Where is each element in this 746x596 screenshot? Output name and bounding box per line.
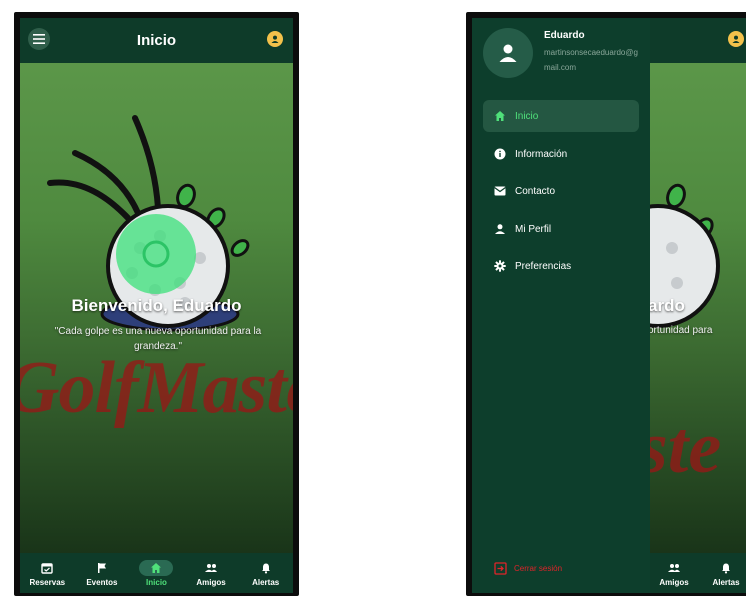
person-icon bbox=[493, 222, 507, 236]
people-icon bbox=[196, 560, 226, 576]
flag-icon bbox=[87, 560, 117, 576]
drawer-item-contacto[interactable]: Contacto bbox=[483, 175, 639, 207]
nav-label: Amigos bbox=[659, 577, 689, 587]
nav-label: Alertas bbox=[712, 577, 740, 587]
nav-item-amigos[interactable]: Amigos bbox=[648, 560, 700, 587]
hamburger-icon bbox=[33, 34, 45, 44]
nav-item-inicio[interactable]: Inicio bbox=[130, 559, 182, 587]
drawer-item-label: Preferencias bbox=[515, 260, 572, 272]
account-icon bbox=[271, 35, 279, 43]
logout-icon bbox=[494, 562, 507, 575]
home-icon bbox=[493, 109, 507, 123]
home-screen: GolfMaster Inicio Bienvenido, Eduardo "C… bbox=[20, 18, 293, 593]
motivational-quote: ortunidad para bbox=[648, 325, 713, 336]
nav-item-eventos[interactable]: Eventos bbox=[76, 560, 128, 587]
nav-label: Reservas bbox=[29, 577, 66, 587]
info-icon bbox=[493, 147, 507, 161]
drawer-item-label: Inicio bbox=[515, 110, 539, 122]
nav-label: Amigos bbox=[196, 577, 226, 587]
mail-icon bbox=[493, 184, 507, 198]
phone-left: GolfMaster Inicio Bienvenido, Eduardo "C… bbox=[14, 12, 299, 596]
drawer-item-label: Mi Perfil bbox=[515, 223, 552, 235]
account-button[interactable] bbox=[267, 31, 283, 47]
logout-button[interactable]: Cerrar sesión bbox=[494, 562, 562, 575]
calendar-check-icon bbox=[32, 560, 62, 576]
gear-icon bbox=[493, 259, 507, 273]
logout-label: Cerrar sesión bbox=[514, 564, 563, 573]
drawer-item-mi-perfil[interactable]: Mi Perfil bbox=[483, 213, 639, 245]
top-app-bar: Inicio bbox=[20, 18, 293, 63]
avatar bbox=[483, 28, 533, 78]
bottom-navigation: Reservas Eventos Inicio Amigos Alertas bbox=[20, 553, 293, 593]
motivational-quote: "Cada golpe es una nueva oportunidad par… bbox=[54, 326, 262, 352]
drawer-item-informacion[interactable]: Información bbox=[483, 138, 639, 170]
drawer-item-inicio[interactable]: Inicio bbox=[483, 100, 639, 132]
nav-label: Eventos bbox=[86, 577, 118, 587]
account-button[interactable] bbox=[728, 31, 744, 47]
people-icon bbox=[659, 560, 689, 576]
golf-ball-illustration bbox=[47, 115, 250, 332]
drawer-item-preferencias[interactable]: Preferencias bbox=[483, 250, 639, 282]
golf-logo-illustration bbox=[20, 78, 293, 498]
brand-watermark: GolfMaster bbox=[20, 347, 293, 429]
user-name: Eduardo bbox=[544, 30, 585, 41]
person-icon bbox=[499, 44, 517, 62]
nav-item-reservas[interactable]: Reservas bbox=[21, 560, 73, 587]
account-icon bbox=[732, 35, 740, 43]
drawer-item-label: Información bbox=[515, 148, 568, 160]
drawer-screen: aste ardo ortunidad para Amigos Alertas … bbox=[472, 18, 746, 593]
welcome-heading: Bienvenido, Eduardo bbox=[71, 296, 242, 315]
nav-label: Inicio bbox=[146, 577, 167, 587]
nav-label: Alertas bbox=[252, 577, 280, 587]
navigation-drawer: Eduardo martinsonsecaeduardo@gmail.com I… bbox=[472, 18, 650, 593]
nav-item-alertas[interactable]: Alertas bbox=[700, 560, 746, 587]
menu-button[interactable] bbox=[28, 28, 50, 50]
nav-item-amigos[interactable]: Amigos bbox=[185, 560, 237, 587]
phone-right: aste ardo ortunidad para Amigos Alertas … bbox=[466, 12, 746, 596]
drawer-item-label: Contacto bbox=[515, 185, 556, 197]
user-email: martinsonsecaeduardo@gmail.com bbox=[544, 48, 638, 72]
nav-item-alertas[interactable]: Alertas bbox=[240, 560, 292, 587]
bell-icon bbox=[711, 560, 741, 576]
bell-icon bbox=[251, 560, 281, 576]
home-icon bbox=[139, 559, 174, 576]
page-title: Inicio bbox=[136, 32, 177, 49]
welcome-heading: ardo bbox=[648, 296, 685, 315]
